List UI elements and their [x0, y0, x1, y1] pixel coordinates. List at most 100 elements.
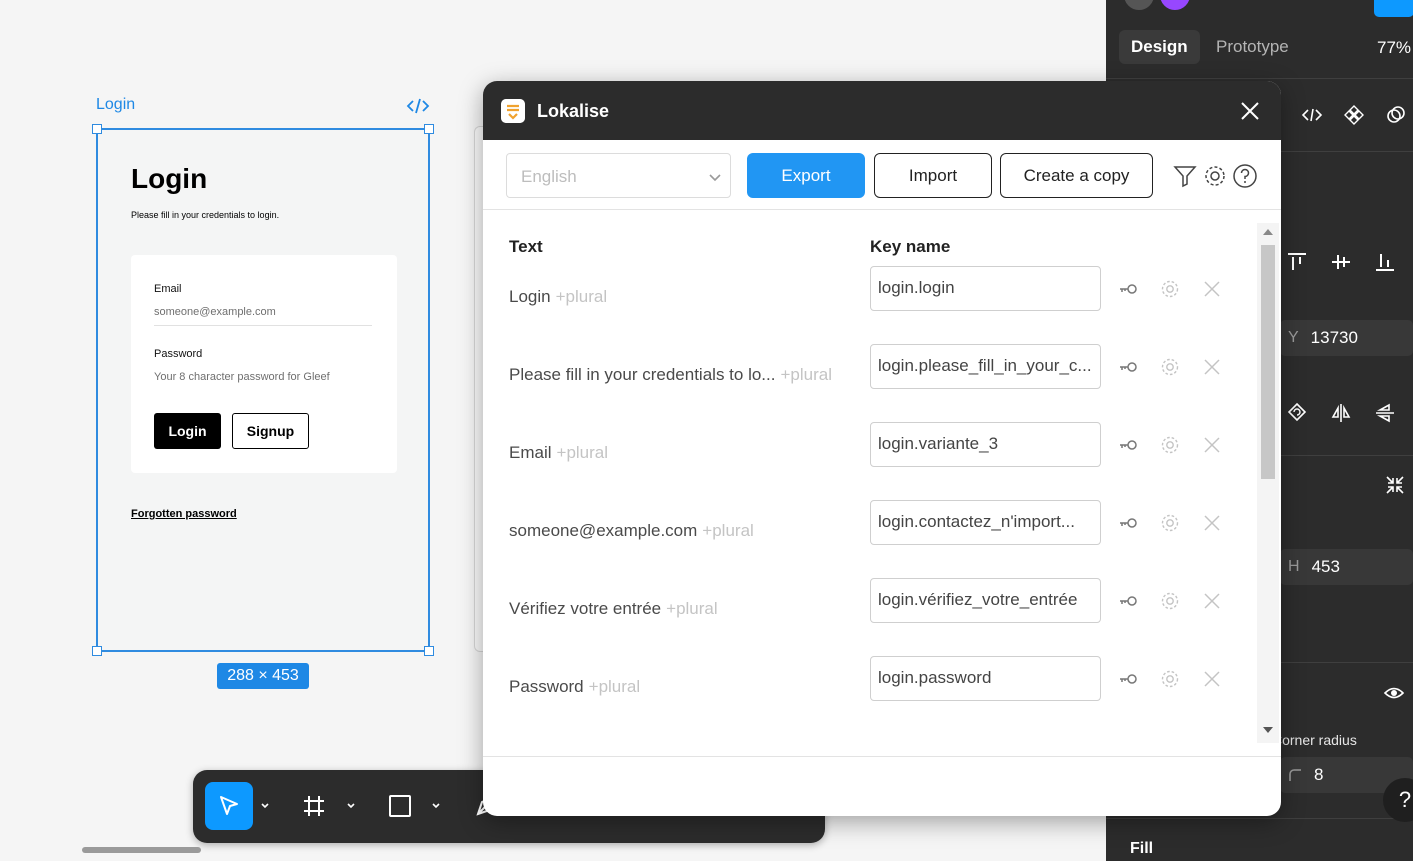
- chevron-down-icon[interactable]: [430, 800, 442, 812]
- frame-icon: [304, 796, 324, 816]
- zoom-level[interactable]: 77%: [1377, 38, 1411, 58]
- frame-heading: Login: [131, 163, 208, 194]
- export-button[interactable]: Export: [747, 153, 865, 198]
- gear-icon[interactable]: [1159, 590, 1181, 612]
- resize-handle-bottom-left[interactable]: [92, 646, 102, 656]
- close-icon[interactable]: [1201, 434, 1223, 456]
- key-name-input[interactable]: login.please_fill_in_your_c...: [870, 344, 1101, 389]
- share-button[interactable]: [1374, 0, 1413, 17]
- plural-toggle[interactable]: +plural: [702, 521, 754, 540]
- divider: [1106, 78, 1413, 79]
- gear-icon[interactable]: [1159, 512, 1181, 534]
- frame-name-label[interactable]: Login: [96, 96, 135, 114]
- align-bottom-icon[interactable]: [1374, 251, 1396, 273]
- scroll-down-icon[interactable]: [1263, 727, 1273, 733]
- row-text-value: Email: [509, 443, 552, 462]
- close-icon[interactable]: [1201, 590, 1223, 612]
- key-icon[interactable]: [1117, 434, 1139, 456]
- key-icon[interactable]: [1117, 590, 1139, 612]
- plural-toggle[interactable]: +plural: [666, 599, 718, 618]
- flip-vertical-icon[interactable]: [1374, 402, 1396, 424]
- close-icon[interactable]: [1201, 668, 1223, 690]
- key-icon[interactable]: [1117, 356, 1139, 378]
- resize-handle-top-right[interactable]: [424, 124, 434, 134]
- resize-handle-top-left[interactable]: [92, 124, 102, 134]
- key-name-input[interactable]: login.login: [870, 266, 1101, 311]
- tab-prototype[interactable]: Prototype: [1204, 30, 1301, 64]
- close-icon[interactable]: [1201, 356, 1223, 378]
- login-frame[interactable]: Login Please fill in your credentials to…: [92, 124, 434, 656]
- close-icon[interactable]: [1201, 278, 1223, 300]
- code-icon[interactable]: [406, 96, 430, 116]
- horizontal-scrollbar[interactable]: [82, 847, 201, 853]
- plural-toggle[interactable]: +plural: [557, 443, 609, 462]
- filter-icon[interactable]: [1172, 163, 1198, 189]
- scroll-up-icon[interactable]: [1263, 229, 1273, 235]
- create-copy-button[interactable]: Create a copy: [1000, 153, 1153, 198]
- help-button[interactable]: ?: [1383, 778, 1413, 822]
- rectangle-icon: [389, 795, 411, 817]
- flip-horizontal-icon[interactable]: [1330, 402, 1352, 424]
- gear-icon[interactable]: [1202, 163, 1228, 189]
- list-item[interactable]: Password +plural login.password: [483, 650, 1253, 728]
- key-icon[interactable]: [1117, 512, 1139, 534]
- row-text-value: Login: [509, 287, 551, 306]
- list-item[interactable]: someone@example.com +plural login.contacte…: [483, 494, 1253, 572]
- component-icon[interactable]: [1343, 104, 1365, 126]
- list-item[interactable]: Vérifiez votre entrée +plural login.vérifi…: [483, 572, 1253, 650]
- scrollbar-thumb[interactable]: [1261, 245, 1275, 479]
- key-name-input[interactable]: login.password: [870, 656, 1101, 701]
- resize-handle-bottom-right[interactable]: [424, 646, 434, 656]
- vertical-scrollbar[interactable]: [1257, 223, 1279, 743]
- help-icon[interactable]: [1232, 163, 1258, 189]
- chevron-down-icon[interactable]: [259, 800, 271, 812]
- column-header-key: Key name: [870, 237, 951, 256]
- gear-icon[interactable]: [1159, 668, 1181, 690]
- plural-toggle[interactable]: +plural: [556, 287, 608, 306]
- plugin-title: Lokalise: [537, 101, 610, 121]
- avatar[interactable]: [1122, 0, 1156, 12]
- plural-toggle[interactable]: +plural: [780, 365, 832, 384]
- close-icon[interactable]: [1239, 100, 1261, 122]
- align-top-icon[interactable]: [1286, 251, 1308, 273]
- row-source-text: someone@example.com +plural: [509, 521, 754, 541]
- rectangle-tool-button[interactable]: [376, 782, 424, 830]
- plugin-header: Lokalise: [483, 81, 1281, 140]
- key-name-input[interactable]: login.contactez_n'import...: [870, 500, 1101, 545]
- gear-icon[interactable]: [1159, 356, 1181, 378]
- list-item[interactable]: Please fill in your credentials to lo...…: [483, 338, 1253, 416]
- frame-size-badge: 288 × 453: [217, 663, 309, 689]
- align-vertical-center-icon[interactable]: [1330, 251, 1352, 273]
- collapse-icon[interactable]: [1384, 474, 1406, 496]
- rotate-icon[interactable]: [1286, 402, 1308, 424]
- avatar[interactable]: [1158, 0, 1192, 12]
- key-icon[interactable]: [1117, 278, 1139, 300]
- y-position-field[interactable]: Y 13730: [1280, 320, 1413, 356]
- list-item[interactable]: Email +plural login.variante_3: [483, 416, 1253, 494]
- password-placeholder: Your 8 character password for Gleef: [154, 371, 330, 383]
- height-field[interactable]: H 453: [1280, 549, 1413, 585]
- row-source-text: Please fill in your credentials to lo...…: [509, 365, 832, 385]
- signup-button[interactable]: Signup: [232, 413, 309, 449]
- move-tool-button[interactable]: [205, 782, 253, 830]
- login-button[interactable]: Login: [154, 413, 221, 449]
- tab-design[interactable]: Design: [1119, 30, 1200, 64]
- language-select[interactable]: English: [506, 153, 731, 198]
- gear-icon[interactable]: [1159, 278, 1181, 300]
- row-text-value: someone@example.com: [509, 521, 698, 540]
- list-item[interactable]: Login +plural login.login: [483, 260, 1253, 338]
- key-name-input[interactable]: login.variante_3: [870, 422, 1101, 467]
- key-name-input[interactable]: login.vérifiez_votre_entrée: [870, 578, 1101, 623]
- import-button[interactable]: Import: [874, 153, 992, 198]
- chevron-down-icon[interactable]: [345, 800, 357, 812]
- close-icon[interactable]: [1201, 512, 1223, 534]
- gear-icon[interactable]: [1159, 434, 1181, 456]
- eye-icon[interactable]: [1383, 682, 1405, 704]
- plural-toggle[interactable]: +plural: [589, 677, 641, 696]
- forgotten-password-link[interactable]: Forgotten password: [131, 508, 237, 520]
- key-icon[interactable]: [1117, 668, 1139, 690]
- code-icon[interactable]: [1301, 104, 1323, 126]
- frame-tool-button[interactable]: [290, 782, 338, 830]
- cursor-icon: [220, 796, 238, 815]
- mask-icon[interactable]: [1385, 104, 1407, 126]
